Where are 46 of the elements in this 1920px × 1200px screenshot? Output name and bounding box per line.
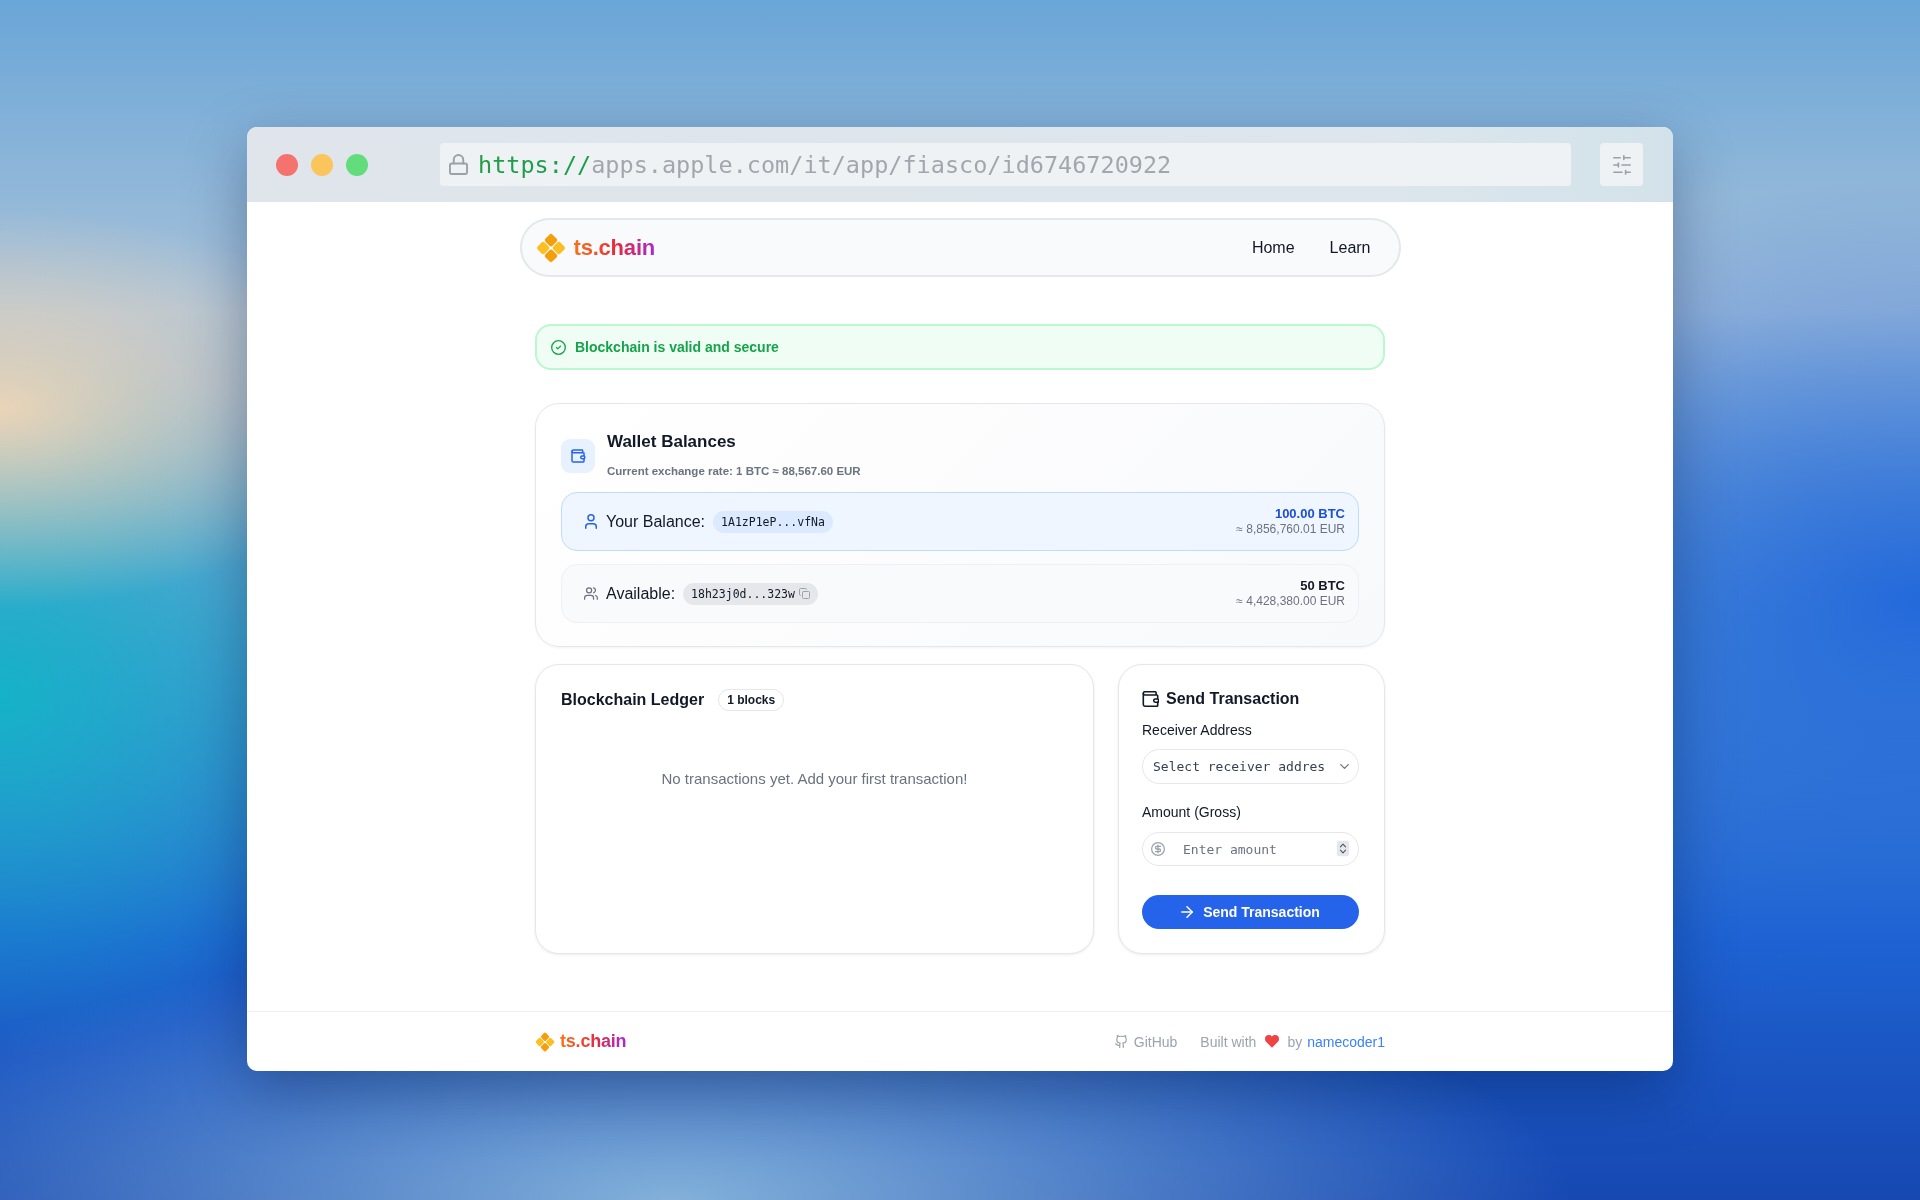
empty-state-text: No transactions yet. Add your first transaction! (660, 769, 969, 789)
window-close-icon[interactable] (276, 153, 298, 176)
sliders-icon (1611, 154, 1632, 175)
heart-icon (1265, 1035, 1280, 1048)
users-icon (584, 586, 598, 601)
field-label: Amount (Gross) (1142, 803, 1242, 821)
btc-amount: 50 BTC (1300, 578, 1345, 594)
url-text: https://apps.apple.com/it/app/fiasco/id6746720922 (478, 150, 1172, 179)
window-minimize-icon[interactable] (311, 153, 333, 176)
nav-link[interactable]: Home (1251, 238, 1295, 257)
amount-input[interactable]: Enter amount (1142, 832, 1359, 866)
eur-amount: ≈ 8,856,760.01 EUR (1236, 522, 1345, 537)
lock-icon (449, 154, 468, 175)
user-icon (584, 514, 598, 529)
github-icon (1114, 1035, 1128, 1048)
github-link[interactable]: GitHub (1114, 1033, 1178, 1050)
send-button[interactable]: Send Transaction (1142, 895, 1359, 929)
wallet-address: 18h23j0d...323w (691, 585, 795, 602)
check-circle-icon (551, 339, 566, 355)
wallet-address: 1A1zP1eP...vfNa (721, 513, 825, 530)
eur-amount: ≈ 4,428,380.00 EUR (1236, 594, 1345, 609)
balance-label: Available: (606, 584, 676, 603)
arrow-right-icon (1181, 906, 1194, 918)
card-title: Wallet Balances (607, 431, 737, 453)
address-bar[interactable]: https://apps.apple.com/it/app/fiasco/id6746720922 (440, 143, 1571, 186)
wallet-icon (561, 439, 595, 473)
receiver-select[interactable]: Select receiver addres (1142, 749, 1359, 784)
card-title: Send Transaction (1166, 689, 1300, 709)
author-link[interactable]: namecoder1 (1307, 1033, 1385, 1050)
wallet-icon (1142, 691, 1159, 707)
exchange-rate-text: Current exchange rate: 1 BTC ≈ 88,567.60 EUR (607, 464, 861, 478)
status-text: Blockchain is valid and secure (575, 339, 779, 355)
chevron-down-icon[interactable] (1340, 764, 1349, 769)
nav-link[interactable]: Learn (1329, 238, 1371, 257)
logo-icon[interactable] (535, 232, 566, 263)
card-title: Blockchain Ledger (561, 690, 705, 710)
by-text: by (1287, 1033, 1303, 1050)
built-with-text: Built with (1200, 1033, 1257, 1050)
window-zoom-icon[interactable] (346, 153, 368, 176)
settings-button[interactable] (1600, 143, 1643, 186)
logo-icon[interactable] (535, 1031, 555, 1052)
dollar-circle-icon (1151, 842, 1165, 856)
btc-amount: 100.00 BTC (1274, 506, 1345, 522)
copy-icon[interactable] (798, 588, 810, 599)
balance-label: Your Balance: (606, 512, 706, 531)
field-label: Receiver Address (1142, 721, 1253, 739)
